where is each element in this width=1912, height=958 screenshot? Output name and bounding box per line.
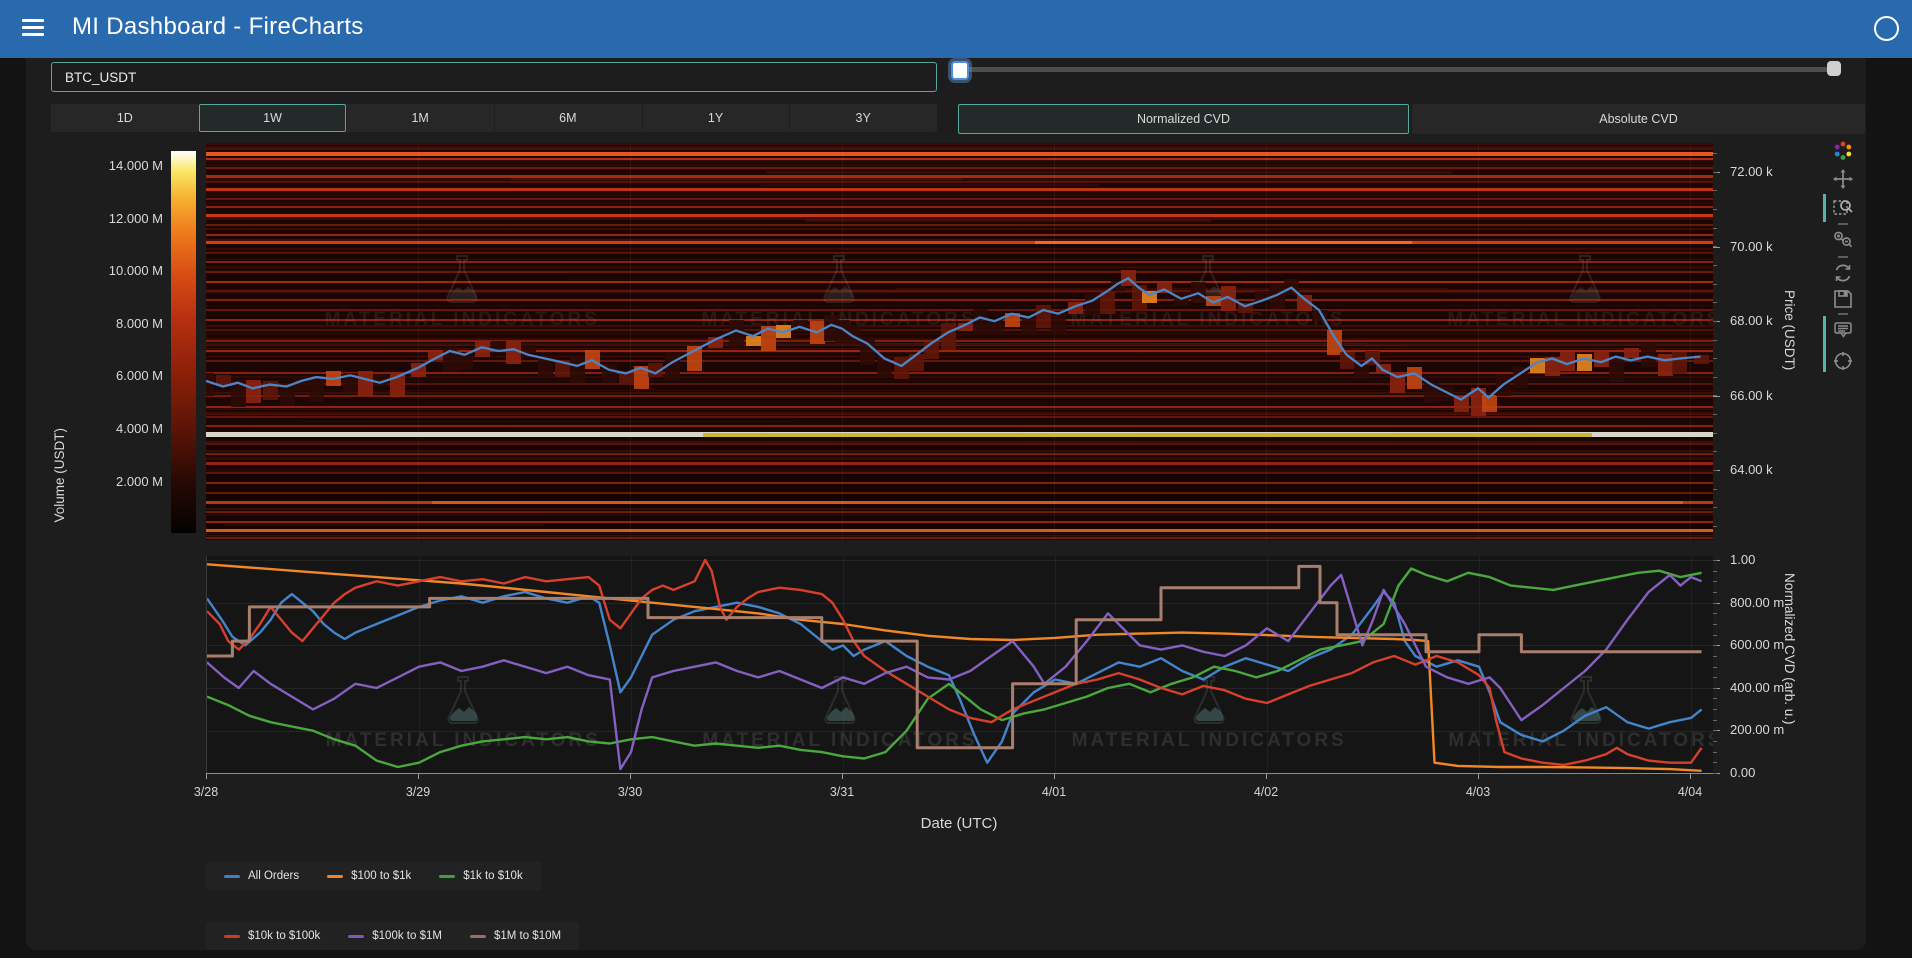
normalized-cvd-button[interactable]: Normalized CVD — [958, 104, 1409, 134]
dashboard-root: MI Dashboard - FireCharts 1D 1W 1M 6M 1Y… — [0, 0, 1912, 958]
zoom-in-out-icon[interactable] — [1832, 229, 1854, 251]
legend-swatch — [348, 935, 364, 938]
legend-item--10k-to-100k[interactable]: $10k to $100k — [224, 930, 320, 942]
timeframe-1y-button[interactable]: 1Y — [642, 104, 790, 132]
box-zoom-tool-icon[interactable] — [1832, 196, 1854, 218]
timeframe-button-group: 1D 1W 1M 6M 1Y 3Y — [51, 104, 937, 132]
date-tick: 3/28 — [194, 785, 218, 799]
cvd-series--10k-to-100k — [207, 560, 1702, 765]
app-title: MI Dashboard - FireCharts — [72, 13, 364, 41]
slider-handle-min[interactable] — [951, 61, 969, 80]
date-range-slider[interactable] — [951, 60, 1843, 78]
active-option-indicator — [1823, 316, 1826, 372]
legend-item--1m-to-10m[interactable]: $1M to $10M — [470, 930, 561, 942]
legend-row-1: All Orders $100 to $1k $1k to $10k — [206, 862, 541, 890]
status-circle-icon[interactable] — [1874, 16, 1899, 41]
legend-item--100-to-1k[interactable]: $100 to $1k — [327, 870, 411, 882]
volume-tick: 8.000 M — [30, 316, 163, 331]
price-line — [206, 278, 1701, 399]
price-tick: 68.00 k — [1730, 313, 1773, 328]
x-axis-line — [206, 773, 1714, 774]
timeframe-3y-button[interactable]: 3Y — [789, 104, 937, 132]
date-tick: 3/31 — [830, 785, 854, 799]
symbol-input-box — [51, 62, 937, 92]
price-tick: 66.00 k — [1730, 388, 1773, 403]
volume-tick: 4.000 M — [30, 421, 163, 436]
cvd-series--1m-to-10m — [207, 566, 1702, 747]
legend-swatch — [224, 875, 240, 878]
cvd-tick: 200.00 m — [1730, 722, 1784, 737]
timeframe-6m-button[interactable]: 6M — [494, 104, 642, 132]
legend-item--100k-to-1m[interactable]: $100k to $1M — [348, 930, 442, 942]
volume-tick: 14.000 M — [30, 158, 163, 173]
cvd-tick: 600.00 m — [1730, 637, 1784, 652]
legend-label: $10k to $100k — [248, 930, 320, 942]
price-heatmap-chart[interactable]: MATERIAL INDICATORSMATERIAL INDICATORSMA… — [206, 143, 1713, 540]
price-tick: 70.00 k — [1730, 239, 1773, 254]
cvd-tick: 1.00 — [1730, 552, 1755, 567]
date-axis-title: Date (UTC) — [921, 815, 998, 832]
legend-swatch — [470, 935, 486, 938]
date-tick: 3/29 — [406, 785, 430, 799]
price-tick: 64.00 k — [1730, 462, 1773, 477]
date-tick: 4/02 — [1254, 785, 1278, 799]
modebar-separator — [1838, 223, 1848, 225]
legend-label: $1k to $10k — [463, 870, 522, 882]
volume-tick: 10.000 M — [30, 263, 163, 278]
modebar-separator — [1838, 256, 1848, 258]
symbol-input[interactable] — [63, 63, 917, 91]
cvd-tick: 0.00 — [1730, 765, 1755, 780]
legend-item--1k-to-10k[interactable]: $1k to $10k — [439, 870, 522, 882]
legend-label: All Orders — [248, 870, 299, 882]
legend-swatch — [439, 875, 455, 878]
menu-icon[interactable] — [22, 19, 44, 39]
active-tool-indicator — [1823, 194, 1826, 222]
timeframe-1m-button[interactable]: 1M — [346, 104, 494, 132]
legend-row-2: $10k to $100k $100k to $1M $1M to $10M — [206, 922, 579, 950]
cvd-chart[interactable]: MATERIAL INDICATORSMATERIAL INDICATORSMA… — [206, 556, 1713, 773]
date-tick: 3/30 — [618, 785, 642, 799]
legend-swatch — [224, 935, 240, 938]
crosshair-spikes-icon[interactable] — [1832, 350, 1854, 372]
app-header: MI Dashboard - FireCharts — [0, 0, 1912, 58]
modebar-separator — [1838, 313, 1848, 315]
cvd-tick: 800.00 m — [1730, 595, 1784, 610]
volume-tick: 6.000 M — [30, 368, 163, 383]
legend-label: $100 to $1k — [351, 870, 411, 882]
volume-tick: 12.000 M — [30, 211, 163, 226]
slider-track[interactable] — [957, 67, 1837, 72]
cvd-series--100-to-1k — [207, 564, 1702, 771]
cvd-tick: 400.00 m — [1730, 680, 1784, 695]
date-tick: 4/04 — [1678, 785, 1702, 799]
volume-colorbar — [171, 151, 196, 533]
volume-tick: 2.000 M — [30, 474, 163, 489]
date-tick: 4/03 — [1466, 785, 1490, 799]
reset-axes-icon[interactable] — [1832, 262, 1854, 284]
legend-label: $1M to $10M — [494, 930, 561, 942]
timeframe-1w-button[interactable]: 1W — [199, 104, 347, 132]
slider-handle-max[interactable] — [1827, 61, 1841, 76]
price-axis-title: Price (USDT) — [1782, 290, 1797, 370]
date-tick: 4/01 — [1042, 785, 1066, 799]
timeframe-1d-button[interactable]: 1D — [51, 104, 199, 132]
legend-item-all-orders[interactable]: All Orders — [224, 870, 299, 882]
absolute-cvd-button[interactable]: Absolute CVD — [1412, 104, 1865, 134]
legend-label: $100k to $1M — [372, 930, 442, 942]
cvd-axis-title: Normalized CVD (arb. u.) — [1782, 573, 1797, 725]
plotly-logo-icon[interactable] — [1832, 140, 1854, 162]
price-tick: 72.00 k — [1730, 164, 1773, 179]
pan-tool-icon[interactable] — [1832, 168, 1854, 190]
legend-swatch — [327, 875, 343, 878]
save-icon[interactable] — [1832, 288, 1854, 310]
comments-icon[interactable] — [1832, 319, 1854, 341]
